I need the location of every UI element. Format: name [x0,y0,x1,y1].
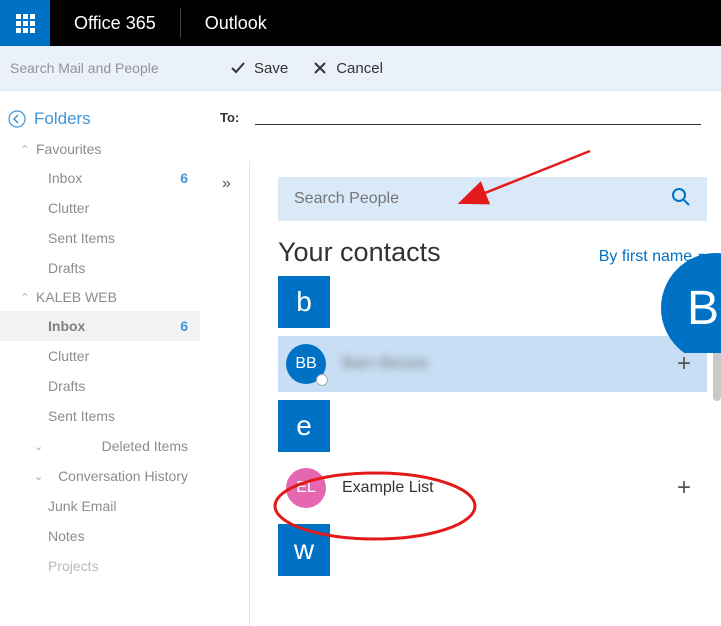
chevron-up-icon: ⌃ [18,291,32,304]
sidebar-item-label: Conversation History [58,468,188,484]
preview-initial: B [687,281,719,336]
sidebar-item-label: Sent Items [48,408,115,424]
brand-label[interactable]: Office 365 [50,13,180,34]
add-contact-button[interactable]: + [673,474,695,502]
letter-group-b[interactable]: b [278,276,330,328]
letter-group-e[interactable]: e [278,400,330,452]
folders-header-label: Folders [34,109,91,129]
presence-indicator-icon [316,374,328,386]
sidebar-item-label: Inbox [48,170,82,186]
sidebar-item-projects[interactable]: Projects [0,551,200,581]
sidebar-item-notes[interactable]: Notes [0,521,200,551]
contact-avatar: BB [286,344,326,384]
close-icon [312,60,328,76]
sidebar-item-junk[interactable]: Junk Email [0,491,200,521]
chevron-down-icon: ⌄ [34,440,46,453]
sidebar-item-label: Drafts [48,260,85,276]
sidebar-item-label: Deleted Items [102,438,188,454]
sidebar-item-drafts[interactable]: Drafts [0,253,200,283]
chevron-down-icon: ⌄ [34,470,46,483]
folder-sidebar: Folders ⌃ Favourites Inbox 6 Clutter Sen… [0,91,200,626]
cancel-label: Cancel [336,60,383,77]
sidebar-item-inbox[interactable]: Inbox 6 [0,311,200,341]
sidebar-item-label: Projects [48,558,99,574]
sidebar-item-conversation-history[interactable]: ⌄ Conversation History [0,461,200,491]
sidebar-group-label: KALEB WEB [36,289,117,305]
sidebar-item-clutter[interactable]: Clutter [0,193,200,223]
add-contact-button[interactable]: + [673,350,695,378]
people-picker-panel: Your contacts By first name ▼ b BB Barn … [250,161,721,626]
cancel-button[interactable]: Cancel [312,60,383,77]
waffle-icon [16,14,35,33]
sidebar-item-sent[interactable]: Sent Items [0,223,200,253]
sidebar-item-inbox[interactable]: Inbox 6 [0,163,200,193]
sidebar-group-favourites[interactable]: ⌃ Favourites [0,135,200,163]
contact-name: Example List [342,479,673,497]
sidebar-item-drafts[interactable]: Drafts [0,371,200,401]
unread-count: 6 [180,170,188,186]
back-arrow-icon [8,110,26,128]
sidebar-group-label: Favourites [36,141,101,157]
sidebar-item-clutter[interactable]: Clutter [0,341,200,371]
sidebar-item-label: Drafts [48,378,85,394]
sidebar-item-label: Clutter [48,348,89,364]
save-label: Save [254,60,288,77]
sidebar-item-label: Inbox [48,318,85,334]
collapse-column: » [200,161,250,626]
contacts-heading: Your contacts [278,237,441,268]
sidebar-item-label: Junk Email [48,498,116,514]
save-button[interactable]: Save [230,60,288,77]
app-label[interactable]: Outlook [181,13,291,34]
avatar-initials: EL [296,479,316,497]
app-launcher-button[interactable] [0,0,50,46]
sidebar-group-account[interactable]: ⌃ KALEB WEB [0,283,200,311]
contact-row[interactable]: BB Barn Bessie + [278,336,707,392]
global-search-input[interactable] [10,54,190,82]
contact-preview: B [661,253,721,353]
expand-chevron-icon[interactable]: » [222,175,227,626]
to-field-input[interactable] [255,109,701,125]
sidebar-item-label: Sent Items [48,230,115,246]
letter-group-w[interactable]: w [278,524,330,576]
contact-avatar: EL [286,468,326,508]
folders-header[interactable]: Folders [0,103,200,135]
sidebar-item-sent[interactable]: Sent Items [0,401,200,431]
compose-main: To: » Your contacts [200,91,721,626]
compose-toolbar: Save Cancel [0,46,721,91]
top-bar: Office 365 Outlook [0,0,721,46]
contact-row[interactable]: EL Example List + [278,460,707,516]
search-icon[interactable] [671,187,691,212]
check-icon [230,60,246,76]
sidebar-item-deleted[interactable]: ⌄ Deleted Items [0,431,200,461]
contact-name: Barn Bessie [342,355,673,373]
people-search-box[interactable] [278,177,707,221]
chevron-up-icon: ⌃ [18,143,32,156]
preview-avatar: B [661,253,721,353]
sidebar-item-label: Notes [48,528,85,544]
avatar-initials: BB [295,355,316,373]
unread-count: 6 [180,318,188,334]
sidebar-item-label: Clutter [48,200,89,216]
people-search-input[interactable] [294,190,671,208]
to-field-label: To: [220,110,239,125]
